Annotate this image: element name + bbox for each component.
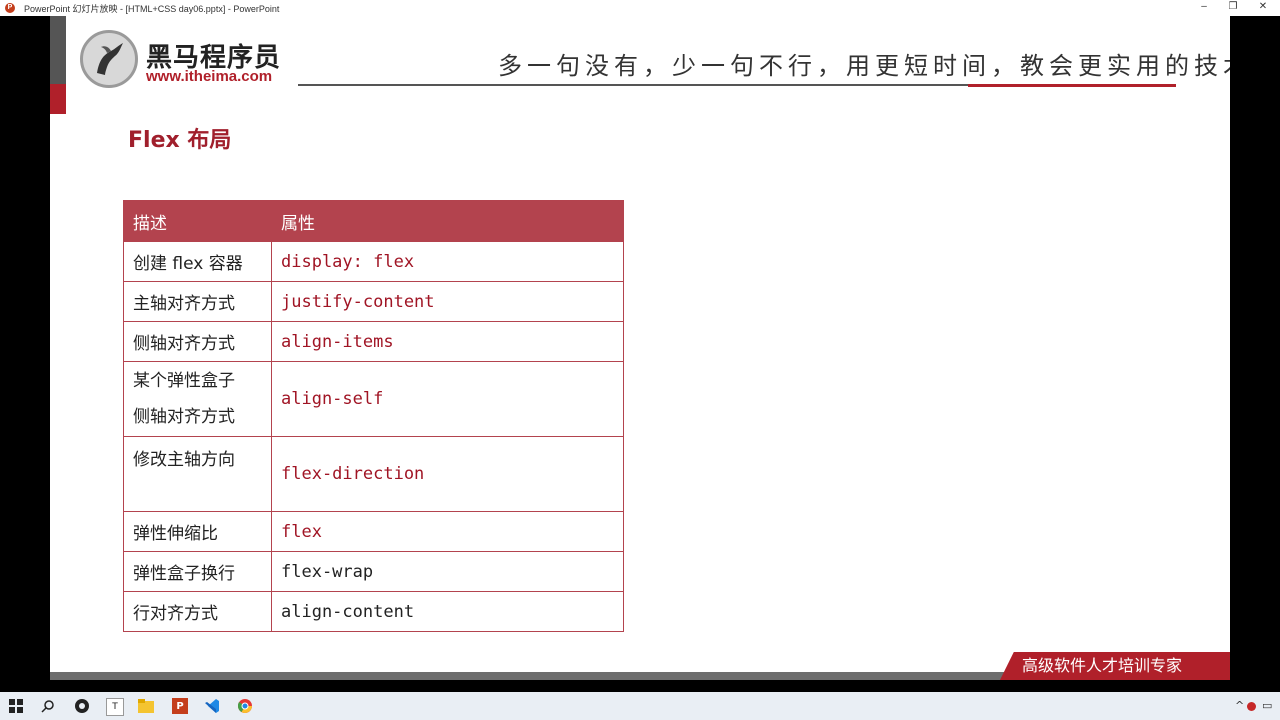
window-title: PowerPoint 幻灯片放映 - [HTML+CSS day06.pptx]… [24,4,280,14]
row-description: 创建 flex 容器 [123,241,272,282]
header-description: 描述 [123,200,272,242]
slide[interactable]: 黑马程序员 www.itheima.com 多一句没有，少一句不行，用更短时间，… [50,16,1230,680]
slide-gray-strip [50,16,66,84]
row-description: 某个弹性盒子 侧轴对齐方式 [123,361,272,437]
table-header-row: 描述 属性 [123,200,624,242]
row-description: 主轴对齐方式 [123,281,272,322]
table-row: 弹性盒子换行 flex-wrap [123,551,624,592]
slogan: 多一句没有，少一句不行，用更短时间，教会更实用的技术！ [498,52,1230,80]
slideshow-right-margin [1230,16,1280,680]
row-description: 弹性伸缩比 [123,511,272,552]
table-row: 弹性伸缩比 flex [123,511,624,552]
row-property: display: flex [271,241,624,282]
row-description: 修改主轴方向 [123,436,272,512]
row-property: align-content [271,591,624,632]
table-row: 修改主轴方向 flex-direction [123,436,624,512]
row-property: flex [271,511,624,552]
row-property: flex-wrap [271,551,624,592]
row-property: align-items [271,321,624,362]
windows-start-icon[interactable] [8,698,24,714]
close-button[interactable]: ✕ [1252,1,1274,12]
flex-properties-table: 描述 属性 创建 flex 容器 display: flex 主轴对齐方式 ju… [123,200,624,632]
windows-taskbar: T P ^ ▭ [0,692,1280,720]
table-row: 主轴对齐方式 justify-content [123,281,624,322]
table-row: 行对齐方式 align-content [123,591,624,632]
row-property: align-self [271,361,624,437]
logo-text-url: www.itheima.com [146,68,273,85]
search-icon[interactable] [40,698,56,714]
minimize-button[interactable]: – [1193,1,1215,12]
tray-display-icon[interactable]: ▭ [1262,699,1272,712]
powerpoint-app-icon: P [5,3,15,13]
row-property: flex-direction [271,436,624,512]
file-explorer-icon[interactable] [138,698,154,714]
footer-banner: 高级软件人才培训专家 [1000,652,1230,680]
row-description: 弹性盒子换行 [123,551,272,592]
tray-app-icon[interactable] [1247,702,1256,711]
row-description-line: 某个弹性盒子 [133,371,235,391]
restore-button[interactable]: ❐ [1222,1,1244,12]
row-description-line: 侧轴对齐方式 [133,407,235,427]
header-property: 属性 [271,200,624,242]
chrome-icon[interactable] [237,698,253,714]
table-row: 侧轴对齐方式 align-items [123,321,624,362]
vscode-icon[interactable] [204,698,220,714]
table-row: 创建 flex 容器 display: flex [123,241,624,282]
slide-title: Flex 布局 [128,128,232,153]
obs-icon[interactable] [74,698,90,714]
powerpoint-icon[interactable]: P [172,698,188,714]
header-divider-accent [968,84,1176,87]
tray-expand-icon[interactable]: ^ [1235,699,1244,712]
slide-red-strip [50,84,66,114]
row-description: 侧轴对齐方式 [123,321,272,362]
row-description: 行对齐方式 [123,591,272,632]
row-property: justify-content [271,281,624,322]
slideshow-left-margin [0,16,50,680]
table-row: 某个弹性盒子 侧轴对齐方式 align-self [123,361,624,437]
horse-logo-icon [80,30,138,88]
typora-icon[interactable]: T [106,698,124,716]
window-titlebar: P PowerPoint 幻灯片放映 - [HTML+CSS day06.ppt… [0,0,1280,17]
slideshow-bottom-band [0,680,1280,692]
